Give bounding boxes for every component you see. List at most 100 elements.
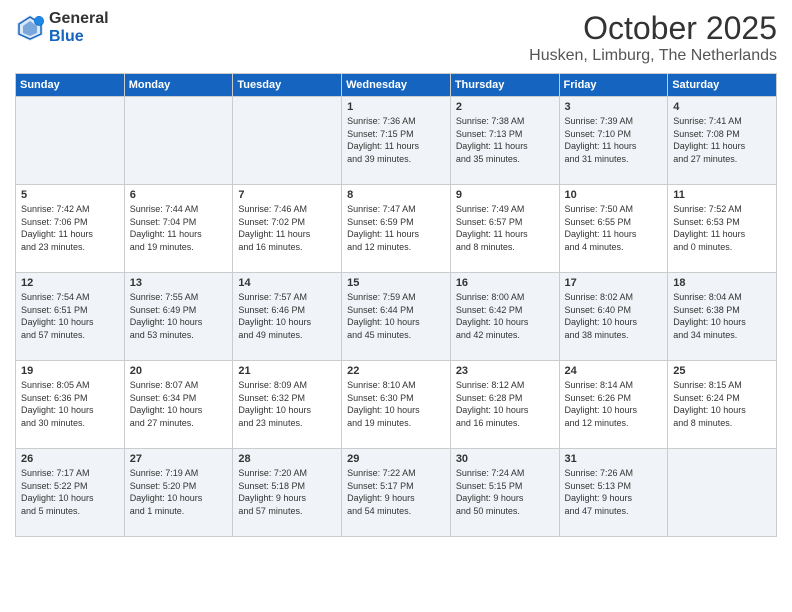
day-number: 18: [673, 277, 771, 289]
calendar-cell: 15 Sunrise: 7:59 AM Sunset: 6:44 PM Dayli…: [342, 273, 451, 361]
day-number: 30: [456, 453, 554, 465]
calendar-cell: 6 Sunrise: 7:44 AM Sunset: 7:04 PM Daylig…: [124, 185, 233, 273]
week-row-3: 12 Sunrise: 7:54 AM Sunset: 6:51 PM Dayli…: [16, 273, 777, 361]
title-block: October 2025 Husken, Limburg, The Nether…: [529, 10, 777, 65]
day-number: 11: [673, 189, 771, 201]
day-info: Sunrise: 7:46 AM Sunset: 7:02 PM Dayligh…: [238, 203, 336, 253]
calendar-cell: 14 Sunrise: 7:57 AM Sunset: 6:46 PM Dayli…: [233, 273, 342, 361]
header-day-saturday: Saturday: [668, 74, 777, 97]
calendar-cell: 16 Sunrise: 8:00 AM Sunset: 6:42 PM Dayli…: [450, 273, 559, 361]
day-info: Sunrise: 7:20 AM Sunset: 5:18 PM Dayligh…: [238, 467, 336, 517]
day-number: 3: [565, 101, 663, 113]
day-info: Sunrise: 7:36 AM Sunset: 7:15 PM Dayligh…: [347, 115, 445, 165]
day-number: 19: [21, 365, 119, 377]
day-number: 29: [347, 453, 445, 465]
day-number: 4: [673, 101, 771, 113]
calendar-cell: 26 Sunrise: 7:17 AM Sunset: 5:22 PM Dayli…: [16, 449, 125, 537]
day-info: Sunrise: 7:57 AM Sunset: 6:46 PM Dayligh…: [238, 291, 336, 341]
day-info: Sunrise: 7:47 AM Sunset: 6:59 PM Dayligh…: [347, 203, 445, 253]
day-info: Sunrise: 7:42 AM Sunset: 7:06 PM Dayligh…: [21, 203, 119, 253]
day-info: Sunrise: 8:15 AM Sunset: 6:24 PM Dayligh…: [673, 379, 771, 429]
day-info: Sunrise: 8:09 AM Sunset: 6:32 PM Dayligh…: [238, 379, 336, 429]
day-info: Sunrise: 7:41 AM Sunset: 7:08 PM Dayligh…: [673, 115, 771, 165]
day-info: Sunrise: 8:14 AM Sunset: 6:26 PM Dayligh…: [565, 379, 663, 429]
day-number: 1: [347, 101, 445, 113]
day-info: Sunrise: 7:44 AM Sunset: 7:04 PM Dayligh…: [130, 203, 228, 253]
day-number: 13: [130, 277, 228, 289]
day-number: 23: [456, 365, 554, 377]
calendar-cell: 5Sunrise: 7:42 AM Sunset: 7:06 PM Daylig…: [16, 185, 125, 273]
logo-icon: [15, 13, 45, 43]
day-number: 6: [130, 189, 228, 201]
calendar-cell: 1 Sunrise: 7:36 AM Sunset: 7:15 PM Daylig…: [342, 97, 451, 185]
header-row: SundayMondayTuesdayWednesdayThursdayFrid…: [16, 74, 777, 97]
day-number: 15: [347, 277, 445, 289]
day-info: Sunrise: 7:38 AM Sunset: 7:13 PM Dayligh…: [456, 115, 554, 165]
day-info: Sunrise: 8:12 AM Sunset: 6:28 PM Dayligh…: [456, 379, 554, 429]
week-row-4: 19Sunrise: 8:05 AM Sunset: 6:36 PM Dayli…: [16, 361, 777, 449]
header-day-tuesday: Tuesday: [233, 74, 342, 97]
day-info: Sunrise: 7:54 AM Sunset: 6:51 PM Dayligh…: [21, 291, 119, 341]
location-title: Husken, Limburg, The Netherlands: [529, 47, 777, 65]
logo-general-text: General: [49, 10, 109, 28]
calendar-cell: 9 Sunrise: 7:49 AM Sunset: 6:57 PM Daylig…: [450, 185, 559, 273]
day-number: 24: [565, 365, 663, 377]
day-number: 26: [21, 453, 119, 465]
calendar-table: SundayMondayTuesdayWednesdayThursdayFrid…: [15, 73, 777, 537]
calendar-cell: 20 Sunrise: 8:07 AM Sunset: 6:34 PM Dayli…: [124, 361, 233, 449]
header-day-friday: Friday: [559, 74, 668, 97]
calendar-cell: 11 Sunrise: 7:52 AM Sunset: 6:53 PM Dayli…: [668, 185, 777, 273]
day-number: 20: [130, 365, 228, 377]
day-number: 12: [21, 277, 119, 289]
day-info: Sunrise: 8:00 AM Sunset: 6:42 PM Dayligh…: [456, 291, 554, 341]
day-info: Sunrise: 7:22 AM Sunset: 5:17 PM Dayligh…: [347, 467, 445, 517]
calendar-cell: 8 Sunrise: 7:47 AM Sunset: 6:59 PM Daylig…: [342, 185, 451, 273]
logo: General Blue: [15, 10, 109, 45]
day-number: 22: [347, 365, 445, 377]
day-number: 16: [456, 277, 554, 289]
day-info: Sunrise: 7:24 AM Sunset: 5:15 PM Dayligh…: [456, 467, 554, 517]
day-info: Sunrise: 7:39 AM Sunset: 7:10 PM Dayligh…: [565, 115, 663, 165]
day-number: 8: [347, 189, 445, 201]
calendar-cell: [233, 97, 342, 185]
day-info: Sunrise: 7:17 AM Sunset: 5:22 PM Dayligh…: [21, 467, 119, 517]
calendar-cell: 19Sunrise: 8:05 AM Sunset: 6:36 PM Dayli…: [16, 361, 125, 449]
day-info: Sunrise: 8:07 AM Sunset: 6:34 PM Dayligh…: [130, 379, 228, 429]
calendar-cell: 10Sunrise: 7:50 AM Sunset: 6:55 PM Dayli…: [559, 185, 668, 273]
day-info: Sunrise: 7:19 AM Sunset: 5:20 PM Dayligh…: [130, 467, 228, 517]
calendar-cell: 23 Sunrise: 8:12 AM Sunset: 6:28 PM Dayli…: [450, 361, 559, 449]
day-number: 28: [238, 453, 336, 465]
calendar-cell: 31 Sunrise: 7:26 AM Sunset: 5:13 PM Dayli…: [559, 449, 668, 537]
week-row-5: 26 Sunrise: 7:17 AM Sunset: 5:22 PM Dayli…: [16, 449, 777, 537]
day-info: Sunrise: 7:55 AM Sunset: 6:49 PM Dayligh…: [130, 291, 228, 341]
calendar-cell: 18 Sunrise: 8:04 AM Sunset: 6:38 PM Dayli…: [668, 273, 777, 361]
day-number: 31: [565, 453, 663, 465]
month-title: October 2025: [529, 10, 777, 47]
calendar-cell: [124, 97, 233, 185]
day-number: 27: [130, 453, 228, 465]
day-number: 14: [238, 277, 336, 289]
calendar-cell: 12 Sunrise: 7:54 AM Sunset: 6:51 PM Dayli…: [16, 273, 125, 361]
calendar-cell: 24 Sunrise: 8:14 AM Sunset: 6:26 PM Dayli…: [559, 361, 668, 449]
day-number: 9: [456, 189, 554, 201]
day-info: Sunrise: 7:50 AM Sunset: 6:55 PM Dayligh…: [565, 203, 663, 253]
day-info: Sunrise: 7:49 AM Sunset: 6:57 PM Dayligh…: [456, 203, 554, 253]
calendar-cell: 7Sunrise: 7:46 AM Sunset: 7:02 PM Daylig…: [233, 185, 342, 273]
day-info: Sunrise: 7:52 AM Sunset: 6:53 PM Dayligh…: [673, 203, 771, 253]
day-number: 21: [238, 365, 336, 377]
logo-blue-text: Blue: [49, 28, 109, 46]
calendar-cell: 30 Sunrise: 7:24 AM Sunset: 5:15 PM Dayli…: [450, 449, 559, 537]
header-day-monday: Monday: [124, 74, 233, 97]
header-day-sunday: Sunday: [16, 74, 125, 97]
day-number: 2: [456, 101, 554, 113]
calendar-cell: 2 Sunrise: 7:38 AM Sunset: 7:13 PM Daylig…: [450, 97, 559, 185]
week-row-2: 5Sunrise: 7:42 AM Sunset: 7:06 PM Daylig…: [16, 185, 777, 273]
calendar-cell: 4 Sunrise: 7:41 AM Sunset: 7:08 PM Daylig…: [668, 97, 777, 185]
calendar-cell: 22Sunrise: 8:10 AM Sunset: 6:30 PM Dayli…: [342, 361, 451, 449]
calendar-cell: 28 Sunrise: 7:20 AM Sunset: 5:18 PM Dayli…: [233, 449, 342, 537]
day-info: Sunrise: 8:04 AM Sunset: 6:38 PM Dayligh…: [673, 291, 771, 341]
day-info: Sunrise: 7:26 AM Sunset: 5:13 PM Dayligh…: [565, 467, 663, 517]
calendar-cell: 3 Sunrise: 7:39 AM Sunset: 7:10 PM Daylig…: [559, 97, 668, 185]
calendar-cell: 21 Sunrise: 8:09 AM Sunset: 6:32 PM Dayli…: [233, 361, 342, 449]
day-info: Sunrise: 7:59 AM Sunset: 6:44 PM Dayligh…: [347, 291, 445, 341]
